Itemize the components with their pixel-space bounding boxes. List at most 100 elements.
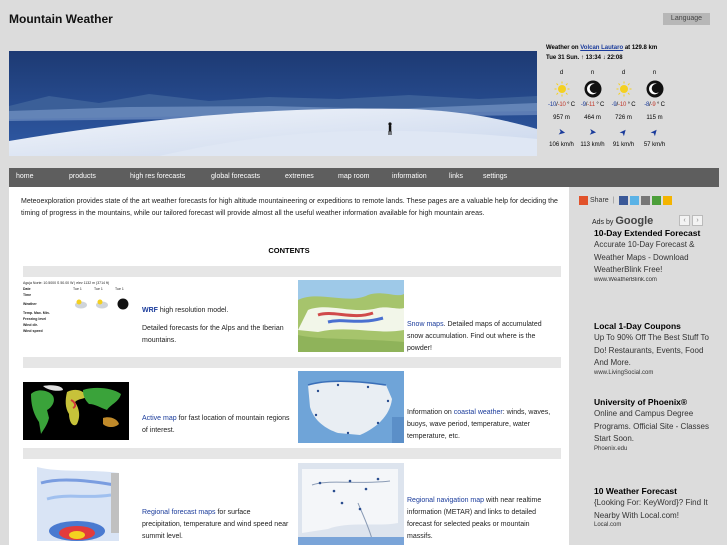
ad-url[interactable]: www.LivingSocial.com (594, 370, 712, 376)
active-map-thumbnail[interactable] (23, 382, 129, 440)
coastal-weather-thumbnail[interactable] (298, 371, 404, 443)
ads-by-google-label[interactable]: Ads by Google (592, 215, 653, 227)
ad-url[interactable]: Phoenix.edu (594, 446, 712, 452)
header-banner-image (9, 51, 537, 156)
forecast-column: d -10/-10 ° C 957 m ➤ 106 km/h (546, 67, 577, 151)
main-content: Meteoexploration provides state of the a… (9, 187, 569, 545)
wind-direction-arrow-icon: ➤ (556, 125, 567, 138)
twitter-icon[interactable] (629, 196, 639, 205)
wrf-table-thumbnail[interactable]: Aguja Norte: 10.5000 S 50.00 W | elev 11… (23, 280, 136, 352)
wrf-subdescription: Detailed forecasts for the Alps and the … (142, 325, 284, 344)
forecast-freezing-level: 726 m (615, 115, 632, 121)
weather-distance: at 129.8 km (624, 45, 658, 51)
forecast-period: d (559, 70, 564, 76)
moon-icon (577, 79, 608, 99)
ad-unit[interactable]: 10 Weather Forecast {Looking For: KeyWor… (594, 485, 712, 528)
regional-forecast-thumbnail[interactable] (31, 463, 125, 545)
share-plus-icon[interactable] (579, 196, 588, 205)
sidebar: Share | Ads by Google ‹ › 10-Day Extende… (577, 187, 727, 545)
ad-title[interactable]: Local 1-Day Coupons (594, 320, 712, 332)
snow-maps-link[interactable]: Snow maps (407, 321, 444, 328)
nav-item-links[interactable]: links (449, 173, 463, 180)
ad-title[interactable]: 10 Weather Forecast (594, 485, 712, 497)
forecast-column: n -8/-9 ° C 115 m ➤ 57 km/h (639, 67, 670, 151)
share-bar: Share | (579, 196, 674, 205)
print-icon[interactable] (640, 196, 650, 205)
active-map-description: Active map for fast location of mountain… (142, 415, 290, 434)
weather-location-link[interactable]: Volcan Lautaro (580, 45, 623, 51)
section-divider (23, 266, 561, 277)
nav-item-home[interactable]: home (16, 173, 34, 180)
forecast-period: d (621, 70, 626, 76)
forecast-temperature: -9/-10 ° C (611, 102, 636, 108)
ad-next-button[interactable]: › (692, 215, 703, 226)
forecast-column: n -9/-11 ° C 464 m ➤ 113 km/h (577, 67, 608, 151)
share-label[interactable]: Share (590, 197, 609, 204)
forecast-freezing-level: 957 m (553, 115, 570, 121)
coastal-weather-link[interactable]: coastal weather (454, 409, 503, 416)
google-share-icon[interactable] (651, 196, 661, 205)
active-map-link[interactable]: Active map (142, 415, 177, 422)
regional-navigation-thumbnail[interactable] (298, 463, 404, 545)
forecast-column: d -9/-10 ° C 726 m ➤ 91 km/h (608, 67, 639, 151)
forecast-wind-speed: 57 km/h (643, 142, 666, 148)
regional-navigation-map-link[interactable]: Regional navigation map (407, 497, 484, 504)
forecast-temperature: -10/-10 ° C (548, 102, 575, 108)
nav-item-map-room[interactable]: map room (338, 173, 370, 180)
weather-widget: Weather on Volcan Lautaro at 129.8 km Tu… (546, 43, 722, 151)
wind-direction-arrow-icon: ➤ (616, 125, 630, 138)
favorite-star-icon[interactable] (662, 196, 672, 205)
coastal-weather-description: Information on coastal weather: winds, w… (407, 409, 551, 440)
contents-heading: CONTENTS (268, 246, 310, 255)
intro-paragraph: Meteoexploration provides state of the a… (21, 198, 558, 217)
forecast-temperature: -8/-9 ° C (644, 102, 665, 108)
language-button[interactable]: Language (663, 13, 710, 25)
main-navigation: home products high res forecasts global … (9, 168, 719, 187)
snow-map-thumbnail[interactable] (298, 280, 404, 352)
wrf-link[interactable]: WRF (142, 307, 158, 314)
facebook-icon[interactable] (618, 196, 628, 205)
section-divider (23, 357, 561, 368)
nav-item-high-res-forecasts[interactable]: high res forecasts (130, 173, 185, 180)
ad-unit[interactable]: Local 1-Day Coupons Up To 90% Off The Be… (594, 320, 712, 376)
ad-unit[interactable]: University of Phoenix® Online and Campus… (594, 396, 712, 452)
regional-forecast-maps-link[interactable]: Regional forecast maps (142, 509, 216, 516)
regional-forecast-description: Regional forecast maps for surface preci… (142, 509, 289, 540)
moon-icon (639, 79, 670, 99)
snow-maps-description: Snow maps. Detailed maps of accumulated … (407, 321, 542, 352)
nav-item-products[interactable]: products (69, 173, 96, 180)
site-title[interactable]: Mountain Weather (9, 12, 113, 26)
ad-title[interactable]: 10-Day Extended Forecast (594, 227, 712, 239)
wind-direction-arrow-icon: ➤ (647, 125, 661, 138)
forecast-wind-speed: 91 km/h (612, 142, 635, 148)
wrf-description: WRF high resolution model. (142, 307, 229, 314)
weather-title-prefix: Weather on (546, 45, 579, 51)
ad-body: Accurate 10-Day Forecast & Weather Maps … (594, 240, 695, 274)
nav-item-settings[interactable]: settings (483, 173, 507, 180)
forecast-temperature: -9/-11 ° C (580, 102, 605, 108)
sun-icon (608, 79, 639, 99)
nav-item-extremes[interactable]: extremes (285, 173, 314, 180)
ad-prev-button[interactable]: ‹ (679, 215, 690, 226)
ad-body: {Looking For: KeyWord}? Find It Nearby W… (594, 498, 708, 520)
forecast-period: n (652, 70, 657, 76)
forecast-wind-speed: 106 km/h (549, 142, 574, 148)
forecast-period: n (590, 70, 595, 76)
forecast-freezing-level: 464 m (584, 115, 601, 121)
forecast-freezing-level: 115 m (646, 115, 663, 121)
ad-title[interactable]: University of Phoenix® (594, 396, 712, 408)
wind-direction-arrow-icon: ➤ (588, 126, 597, 137)
nav-item-information[interactable]: information (392, 173, 427, 180)
ad-body: Online and Campus Degree Programs. Offic… (594, 409, 709, 443)
forecast-wind-speed: 113 km/h (580, 142, 605, 148)
ad-url[interactable]: Local.com (594, 522, 712, 528)
google-logo: Google (615, 215, 654, 227)
section-divider (23, 448, 561, 459)
ad-url[interactable]: www.WeatherBlink.com (594, 277, 712, 283)
regional-navigation-description: Regional navigation map with near realti… (407, 497, 542, 540)
nav-item-global-forecasts[interactable]: global forecasts (211, 173, 260, 180)
sun-icon (546, 79, 577, 99)
ad-unit[interactable]: 10-Day Extended Forecast Accurate 10-Day… (594, 227, 712, 283)
ad-body: Up To 90% Off The Best Stuff To Do! Rest… (594, 333, 709, 367)
weather-date-line: Tue 31 Sun. ↑ 13:34 ↓ 22:08 (546, 55, 623, 61)
